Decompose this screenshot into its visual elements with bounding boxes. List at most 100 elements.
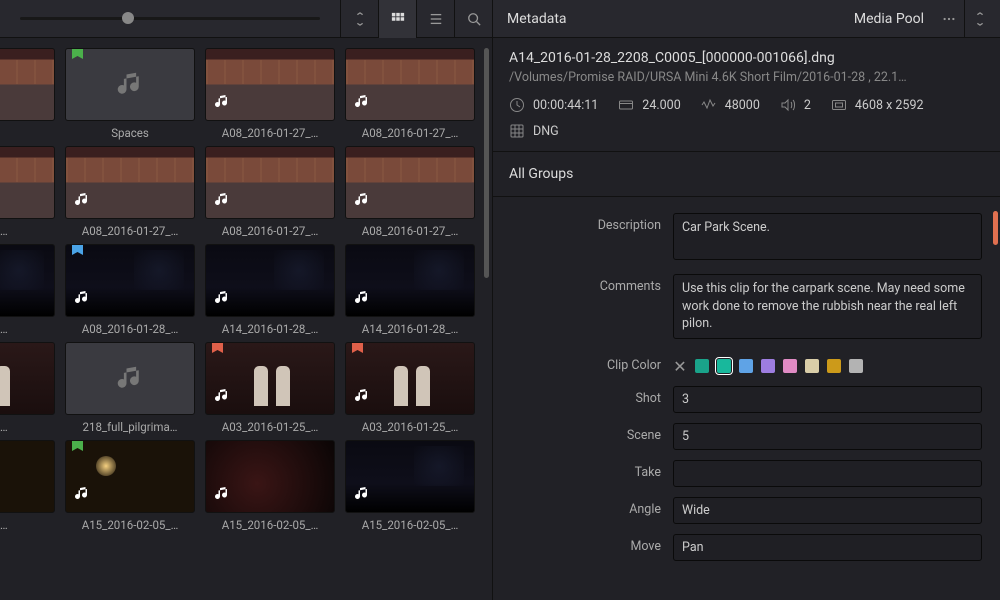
clip-thumbnail[interactable] <box>0 440 55 513</box>
shot-label: Shot <box>493 386 673 406</box>
clip-thumbnail[interactable] <box>65 342 195 415</box>
angle-label: Angle <box>493 497 673 517</box>
clip-item[interactable]: 2-05_… <box>0 440 60 532</box>
shot-input[interactable] <box>673 386 982 413</box>
color-swatch[interactable] <box>805 359 819 373</box>
flag-icon <box>72 48 83 67</box>
clip-item[interactable]: Spaces <box>60 48 200 140</box>
clip-item[interactable]: A03_2016-01-25_… <box>200 342 340 434</box>
resolution: 4608 x 2592 <box>855 98 924 113</box>
clip-label: A14_2016-01-28_… <box>205 322 335 336</box>
take-input[interactable] <box>673 460 982 487</box>
clip-item[interactable]: A08_2016-01-27_… <box>200 146 340 238</box>
clip-item[interactable]: A14_2016-01-28_… <box>200 244 340 336</box>
clip-item[interactable]: 1-28_… <box>0 342 60 434</box>
clip-thumbnail[interactable] <box>205 48 335 121</box>
clip-thumbnail[interactable] <box>0 244 55 317</box>
clip-label: ss <box>0 126 55 140</box>
audio-indicator-icon <box>354 192 370 212</box>
clip-item[interactable]: A08_2016-01-28_… <box>60 244 200 336</box>
clip-item[interactable]: A08_2016-01-27_… <box>60 146 200 238</box>
clear-color-button[interactable]: ✕ <box>673 357 687 376</box>
clip-item[interactable]: 1-27_… <box>0 146 60 238</box>
thumbnail-size-slider[interactable] <box>20 17 320 20</box>
clip-item[interactable]: A08_2016-01-27_… <box>340 48 480 140</box>
clip-label: A08_2016-01-28_… <box>65 322 195 336</box>
clip-thumbnail[interactable] <box>345 440 475 513</box>
audio-indicator-icon <box>214 388 230 408</box>
clip-item[interactable]: A08_2016-01-27_… <box>200 48 340 140</box>
expand-updown-icon[interactable] <box>964 0 994 38</box>
comments-input[interactable] <box>673 274 982 339</box>
clip-thumbnail[interactable] <box>0 146 55 219</box>
color-swatch[interactable] <box>827 359 841 373</box>
clip-thumbnail[interactable] <box>345 146 475 219</box>
more-options-icon[interactable] <box>934 0 964 38</box>
clip-thumbnail[interactable] <box>345 342 475 415</box>
clip-thumbnail[interactable] <box>205 244 335 317</box>
color-swatch[interactable] <box>761 359 775 373</box>
color-swatch[interactable] <box>783 359 797 373</box>
take-label: Take <box>493 460 673 480</box>
form-scrollbar[interactable] <box>993 211 998 245</box>
clip-item[interactable]: A15_2016-02-05_… <box>60 440 200 532</box>
move-input[interactable] <box>673 534 982 561</box>
audio-indicator-icon <box>74 192 90 212</box>
color-swatch[interactable] <box>739 359 753 373</box>
media-pool-label: Media Pool <box>854 11 924 27</box>
clip-thumbnail[interactable] <box>65 48 195 121</box>
search-button[interactable] <box>454 0 492 38</box>
color-swatch[interactable] <box>717 359 731 373</box>
clip-info: A14_2016-01-28_2208_C0005_[000000-001066… <box>493 38 1000 152</box>
fps-icon <box>618 97 634 113</box>
description-input[interactable] <box>673 213 982 260</box>
clip-thumbnail[interactable] <box>65 146 195 219</box>
metadata-form: Description Comments Clip Color✕ Shot Sc… <box>493 197 1000 600</box>
clip-item[interactable]: ss <box>0 48 60 140</box>
scrollbar-thumb[interactable] <box>484 48 489 278</box>
clip-thumbnail[interactable] <box>345 48 475 121</box>
samplerate: 48000 <box>725 98 760 113</box>
clipcolor-label: Clip Color <box>493 353 673 373</box>
clip-item[interactable]: A15_2016-02-05_… <box>340 440 480 532</box>
channels: 2 <box>804 98 811 113</box>
clip-label: A03_2016-01-25_… <box>345 420 475 434</box>
clip-item[interactable]: A15_2016-02-05_… <box>200 440 340 532</box>
clip-filename: A14_2016-01-28_2208_C0005_[000000-001066… <box>509 50 984 66</box>
clip-item[interactable]: A14_2016-01-28_… <box>340 244 480 336</box>
angle-input[interactable] <box>673 497 982 524</box>
clip-filepath: /Volumes/Promise RAID/URSA Mini 4.6K Sho… <box>509 70 984 85</box>
clip-thumbnail[interactable] <box>65 244 195 317</box>
flag-icon <box>212 342 223 361</box>
grid-view-button[interactable] <box>378 0 416 38</box>
clip-item[interactable]: 1-28_… <box>0 244 60 336</box>
scene-input[interactable] <box>673 423 982 450</box>
list-view-button[interactable] <box>416 0 454 38</box>
panel-title: Metadata <box>507 11 854 27</box>
clip-thumbnail[interactable] <box>205 440 335 513</box>
description-label: Description <box>493 213 673 233</box>
clip-label: 2-05_… <box>0 518 55 532</box>
clip-thumbnail[interactable] <box>65 440 195 513</box>
clip-thumbnail[interactable] <box>205 146 335 219</box>
clip-item[interactable]: A03_2016-01-25_… <box>340 342 480 434</box>
browser-toolbar <box>0 0 492 38</box>
groups-header[interactable]: All Groups <box>493 152 1000 197</box>
audio-indicator-icon <box>74 290 90 310</box>
flag-icon <box>72 244 83 263</box>
clip-item[interactable]: 218_full_pilgrima… <box>60 342 200 434</box>
clip-thumbnail[interactable] <box>205 342 335 415</box>
clip-item[interactable]: A08_2016-01-27_… <box>340 146 480 238</box>
flag-icon <box>72 440 83 459</box>
clip-thumbnail[interactable] <box>0 342 55 415</box>
color-swatch[interactable] <box>695 359 709 373</box>
fps: 24.000 <box>642 98 680 113</box>
clip-label: A15_2016-02-05_… <box>205 518 335 532</box>
metadata-panel: Metadata Media Pool A14_2016-01-28_2208_… <box>492 0 1000 600</box>
color-swatch[interactable] <box>849 359 863 373</box>
samplerate-icon <box>701 97 717 113</box>
clip-thumbnail[interactable] <box>0 48 55 121</box>
sort-updown-icon[interactable] <box>340 0 378 38</box>
clip-thumbnail[interactable] <box>345 244 475 317</box>
media-browser: ssSpacesA08_2016-01-27_…A08_2016-01-27_…… <box>0 0 492 600</box>
